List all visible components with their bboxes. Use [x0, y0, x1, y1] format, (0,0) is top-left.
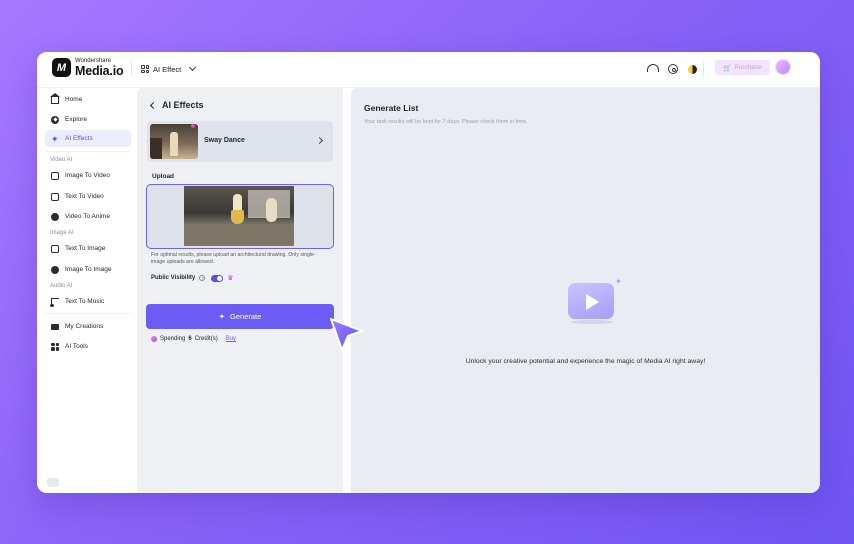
sidebar-item-text-to-video[interactable]: Text To Video	[45, 188, 131, 205]
sidebar-item-label: AI Effects	[65, 135, 93, 142]
sidebar-item-label: Video To Anime	[65, 213, 110, 220]
sidebar-item-label: Text To Video	[65, 193, 104, 200]
effect-selector[interactable]: Sway Dance	[147, 121, 333, 162]
spending-value: 6	[188, 336, 192, 342]
effect-badge	[191, 124, 195, 128]
help-icon[interactable]: ?	[199, 275, 206, 281]
sidebar-item-explore[interactable]: Explore	[45, 111, 131, 128]
sparkle-icon: ✦	[51, 133, 59, 144]
cart-icon: 🛒	[723, 64, 732, 72]
generate-button[interactable]: ✦ Generate	[146, 304, 334, 329]
app-window: M Wondershare Media.io AI Effect 🛒 Purch…	[37, 52, 820, 493]
tools-icon	[51, 342, 59, 351]
brand-logo-icon[interactable]: M	[52, 58, 71, 77]
settings-icon[interactable]	[668, 64, 678, 74]
spending-suffix: Credit(s)	[194, 336, 218, 342]
credits-info: Spending 6 Credit(s) Buy	[151, 336, 236, 342]
sidebar-item-ai-tools[interactable]: AI Tools	[45, 338, 131, 355]
robot-icon[interactable]	[47, 478, 59, 487]
video-icon	[51, 171, 59, 180]
sidebar-divider	[45, 151, 131, 152]
empty-state-video-icon: ✦	[566, 277, 622, 327]
effect-thumbnail	[150, 124, 198, 159]
upload-hint: For optimal results, please upload an ar…	[151, 252, 316, 265]
image-swap-icon	[51, 265, 59, 274]
sidebar-item-video-to-anime[interactable]: Video To Anime	[45, 208, 131, 225]
header-divider	[131, 61, 132, 76]
sidebar-item-label: My Creations	[65, 323, 104, 330]
sidebar: Home Explore ✦ AI Effects Video AI Image…	[37, 88, 137, 493]
sidebar-item-image-to-video[interactable]: Image To Video	[45, 167, 131, 184]
anime-icon	[51, 212, 59, 221]
ai-effect-menu[interactable]: AI Effect	[141, 62, 197, 76]
public-visibility-row: Public Visibility ? ♛	[151, 274, 234, 282]
avatar[interactable]	[775, 59, 791, 75]
sidebar-item-image-to-image[interactable]: Image To Image	[45, 261, 131, 278]
uploaded-image	[184, 186, 294, 246]
sidebar-item-text-to-music[interactable]: Text To Music	[45, 293, 131, 310]
sidebar-item-label: AI Tools	[65, 343, 89, 350]
purchase-label: Purchase	[734, 64, 762, 71]
empty-state-message: Unlock your creative potential and exper…	[465, 358, 706, 365]
brand-name[interactable]: Media.io	[75, 64, 124, 78]
sidebar-item-label: Text To Music	[65, 298, 105, 305]
public-visibility-toggle[interactable]	[211, 274, 224, 282]
sidebar-divider	[45, 313, 131, 314]
sidebar-section-image: Image AI	[50, 230, 74, 236]
sidebar-item-label: Home	[65, 96, 83, 103]
compass-icon	[51, 115, 59, 124]
generate-list-title: Generate List	[364, 103, 419, 113]
sidebar-item-home[interactable]: Home	[45, 91, 131, 108]
home-icon	[50, 92, 60, 104]
sidebar-item-label: Text To Image	[65, 245, 106, 252]
sidebar-item-text-to-image[interactable]: Text To Image	[45, 240, 131, 257]
effects-panel: AI Effects Sway Dance Upload For optimal…	[137, 88, 343, 493]
chevron-down-icon	[189, 63, 197, 72]
credit-icon	[151, 336, 157, 342]
panel-title-label: AI Effects	[162, 100, 204, 110]
top-bar: M Wondershare Media.io AI Effect 🛒 Purch…	[37, 52, 820, 88]
music-icon	[50, 297, 59, 307]
effect-name: Sway Dance	[204, 137, 245, 144]
spending-prefix: Spending	[160, 336, 186, 342]
sidebar-item-my-creations[interactable]: My Creations	[45, 318, 131, 335]
sidebar-section-video: Video AI	[50, 157, 73, 163]
cursor-pointer-icon	[330, 318, 363, 351]
public-visibility-label: Public Visibility	[151, 275, 196, 281]
buy-link[interactable]: Buy	[226, 336, 236, 342]
purchase-button[interactable]: 🛒 Purchase	[715, 60, 770, 75]
generate-label: Generate	[230, 312, 262, 321]
image-icon	[51, 244, 59, 253]
generate-list-area: Generate List Your task results will be …	[351, 88, 820, 493]
header-divider	[703, 61, 704, 77]
text-video-icon	[51, 192, 59, 201]
sparkle-icon: ✦	[218, 312, 225, 321]
upload-label: Upload	[152, 173, 175, 180]
sidebar-item-ai-effects[interactable]: ✦ AI Effects	[45, 130, 131, 147]
chevron-right-icon	[315, 136, 324, 145]
ai-effect-menu-label: AI Effect	[153, 64, 182, 74]
crown-icon: ♛	[227, 275, 234, 282]
sidebar-item-label: Explore	[65, 116, 88, 123]
panel-title: AI Effects	[149, 100, 204, 110]
back-icon[interactable]	[149, 101, 158, 109]
theme-icon[interactable]	[688, 65, 697, 74]
sidebar-item-label: Image To Image	[65, 266, 112, 273]
upload-dropzone[interactable]	[146, 184, 334, 249]
sidebar-section-audio: Audio AI	[50, 283, 73, 289]
grid-icon	[141, 65, 149, 73]
generate-list-subtitle: Your task results will be kept for 7 day…	[364, 119, 528, 125]
folder-icon	[51, 324, 59, 330]
headset-icon[interactable]	[647, 64, 659, 72]
sidebar-item-label: Image To Video	[65, 172, 110, 179]
